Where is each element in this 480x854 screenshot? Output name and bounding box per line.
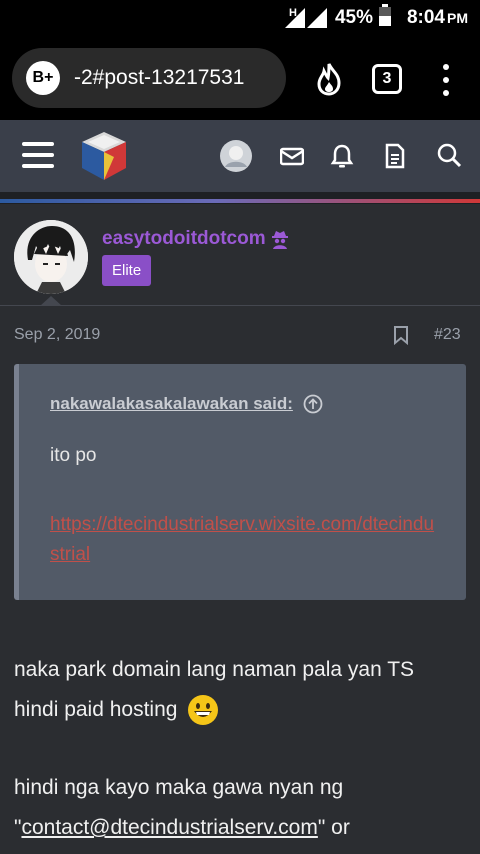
post-date[interactable]: Sep 2, 2019: [14, 326, 100, 344]
post-number[interactable]: #23: [434, 326, 461, 344]
email-link[interactable]: contact@dtecindustrialserv.com: [21, 816, 317, 839]
search-icon[interactable]: [436, 142, 464, 170]
menu-icon[interactable]: [22, 142, 54, 168]
post-meta: Sep 2, 2019 #23: [0, 306, 480, 362]
tabs-icon[interactable]: 3: [372, 64, 402, 94]
document-icon[interactable]: [384, 142, 412, 170]
post-paragraph-2: hindi nga kayo maka gawa nyan ng "contac…: [14, 776, 350, 839]
battery-icon: [378, 4, 391, 32]
site-header: [0, 120, 480, 192]
quote-block: nakawalakasakalawakan said: ito po https…: [14, 364, 466, 600]
more-vert-icon[interactable]: [436, 64, 456, 96]
signal-icon: H: [284, 7, 329, 28]
bell-icon[interactable]: [330, 142, 358, 170]
spy-icon: [271, 231, 288, 249]
fire-icon[interactable]: [312, 62, 346, 96]
address-bar[interactable]: B+ -2#post-13217531: [12, 48, 286, 108]
poster-username[interactable]: easytodoitdotcom: [102, 228, 290, 250]
post-paragraph-1: naka park domain lang naman pala yan TS …: [14, 650, 464, 730]
clock: 8:04 PM: [406, 7, 468, 28]
arrow-up-circle-icon[interactable]: [303, 394, 323, 414]
site-logo[interactable]: [78, 130, 130, 182]
inbox-icon[interactable]: [279, 142, 308, 170]
grinning-emoji-icon: [187, 694, 219, 726]
header-stripe: [0, 192, 480, 204]
browser-toolbar: B+ -2#post-13217531 3: [0, 36, 480, 120]
browser-badge-icon[interactable]: B+: [26, 61, 60, 95]
post-user-block: easytodoitdotcom Elite: [0, 204, 480, 306]
avatar-notch: [40, 296, 62, 306]
bookmark-icon[interactable]: [392, 325, 410, 350]
quote-text: ito po: [50, 445, 97, 466]
url-text[interactable]: -2#post-13217531: [74, 66, 274, 90]
quote-author[interactable]: nakawalakasakalawakan said:: [50, 394, 323, 414]
rank-badge: Elite: [102, 255, 152, 286]
network-type: H: [288, 7, 297, 19]
battery-percent: 45%: [334, 7, 373, 28]
poster-avatar[interactable]: [14, 220, 88, 294]
quote-link[interactable]: https://dtecindustrialserv.wixsite.com/d…: [50, 510, 442, 570]
status-bar: H 45% 8:04 PM: [0, 0, 480, 36]
user-avatar[interactable]: [219, 139, 253, 173]
